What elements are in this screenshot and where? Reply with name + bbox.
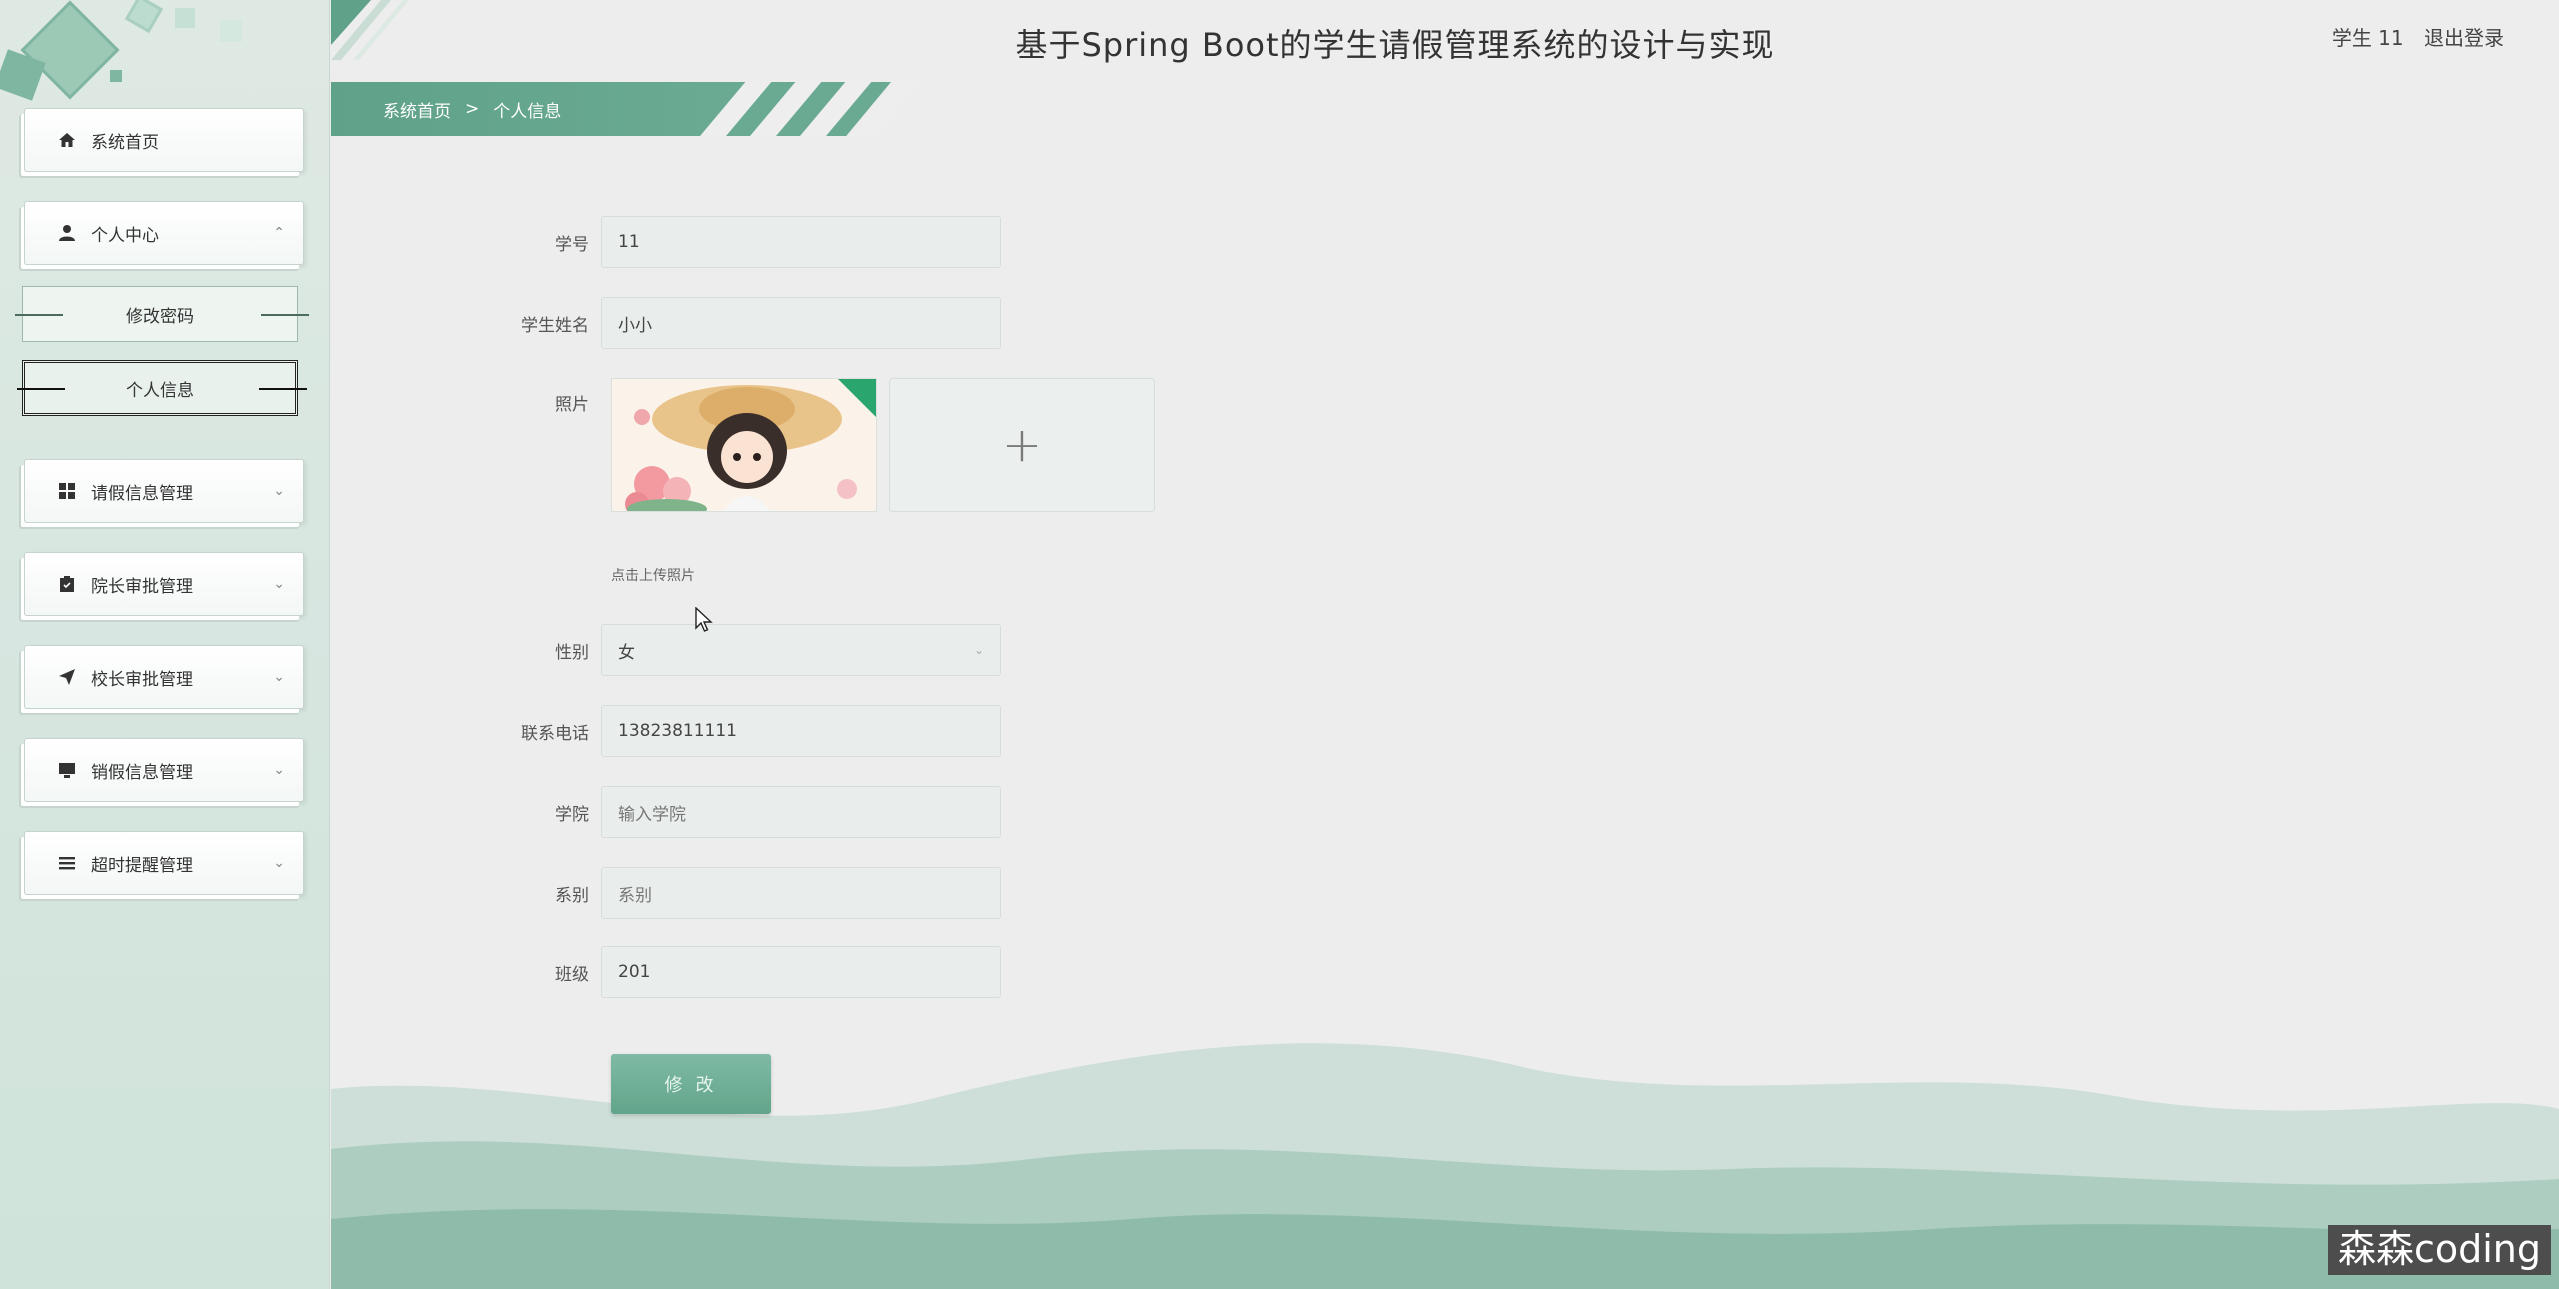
phone-label: 联系电话 xyxy=(521,723,589,744)
photo-upload-button[interactable]: + xyxy=(889,378,1155,512)
chevron-down-icon: ⌄ xyxy=(973,643,984,657)
submit-button[interactable]: 修 改 xyxy=(611,1054,771,1114)
gender-value: 女 xyxy=(618,642,635,663)
sidebar-item-dean-approval[interactable]: 院长审批管理 ⌄ xyxy=(24,552,304,616)
decor-stripes xyxy=(641,82,921,136)
student-id-field[interactable]: 11 xyxy=(601,216,1001,268)
selected-badge xyxy=(838,379,876,417)
college-label: 学院 xyxy=(555,804,589,825)
form-row-gender: 性别 女 ⌄ xyxy=(331,624,1001,676)
user-area: 学生 11 退出登录 xyxy=(2318,22,2504,51)
decor-line xyxy=(17,388,65,390)
decor-line xyxy=(261,314,309,316)
monitor-icon xyxy=(57,760,77,780)
sidebar-item-home[interactable]: 系统首页 xyxy=(24,108,304,172)
department-field[interactable]: 系别 xyxy=(601,867,1001,919)
sidebar-item-label: 超时提醒管理 xyxy=(91,855,193,876)
student-name-field[interactable]: 小小 xyxy=(601,297,1001,349)
breadcrumb-separator: > xyxy=(465,99,480,119)
decor-square xyxy=(175,8,195,28)
app-window: 系统首页 个人中心 ⌃ 修改密码 个人信息 请假信息管理 ⌄ 院长审批管理 ⌄ … xyxy=(0,0,2559,1289)
student-id-label: 学号 xyxy=(555,234,589,255)
gender-select[interactable]: 女 ⌄ xyxy=(601,624,1001,676)
sidebar-item-principal-approval[interactable]: 校长审批管理 ⌄ xyxy=(24,645,304,709)
form-row-college: 学院 输入学院 xyxy=(331,786,1001,838)
photo-thumbnail[interactable] xyxy=(611,378,877,512)
form-row-student-name: 学生姓名 小小 xyxy=(331,297,1001,349)
chevron-down-icon: ⌄ xyxy=(273,483,285,499)
sidebar-item-label: 院长审批管理 xyxy=(91,576,193,597)
photo-upload-hint[interactable]: 点击上传照片 xyxy=(611,565,695,585)
form-row-phone: 联系电话 13823811111 xyxy=(331,705,1001,757)
send-icon xyxy=(57,667,77,687)
photo-label: 照片 xyxy=(555,395,589,415)
decor-square xyxy=(220,20,242,42)
sidebar-item-leave-info[interactable]: 请假信息管理 ⌄ xyxy=(24,459,304,523)
department-label: 系别 xyxy=(555,885,589,906)
form-row-class: 班级 201 xyxy=(331,946,1001,998)
page-title: 基于Spring Boot的学生请假管理系统的设计与实现 xyxy=(1015,26,1775,64)
sidebar-subitem-label: 修改密码 xyxy=(126,306,194,327)
sidebar-item-leave-cancel[interactable]: 销假信息管理 ⌄ xyxy=(24,738,304,802)
current-user-label: 学生 11 xyxy=(2331,26,2404,50)
decor-line xyxy=(15,314,63,316)
main-content: 基于Spring Boot的学生请假管理系统的设计与实现 学生 11 退出登录 … xyxy=(331,0,2559,1289)
logout-link[interactable]: 退出登录 xyxy=(2424,26,2504,50)
gender-label: 性别 xyxy=(555,642,589,663)
breadcrumb-current: 个人信息 xyxy=(493,101,562,122)
breadcrumb-home[interactable]: 系统首页 xyxy=(383,97,451,122)
chevron-down-icon: ⌄ xyxy=(273,855,285,871)
class-label: 班级 xyxy=(555,964,589,985)
form-row-department: 系别 系别 xyxy=(331,867,1001,919)
sidebar-item-label: 系统首页 xyxy=(91,132,159,153)
sidebar-item-personal-center[interactable]: 个人中心 ⌃ xyxy=(24,201,304,265)
mouse-cursor-icon xyxy=(695,607,713,632)
student-name-label: 学生姓名 xyxy=(521,315,589,336)
home-icon xyxy=(57,130,77,150)
decor-line xyxy=(259,388,307,390)
user-icon xyxy=(57,223,77,243)
sidebar-subitem-label: 个人信息 xyxy=(126,380,194,401)
sidebar-subitem-change-password[interactable]: 修改密码 xyxy=(15,286,309,342)
class-field[interactable]: 201 xyxy=(601,946,1001,998)
list-icon xyxy=(57,853,77,873)
sidebar-item-label: 请假信息管理 xyxy=(91,483,193,504)
plus-icon: + xyxy=(1001,417,1043,473)
chevron-down-icon: ⌄ xyxy=(273,576,285,592)
sidebar-item-label: 销假信息管理 xyxy=(91,762,193,783)
sidebar-item-label: 校长审批管理 xyxy=(91,669,193,690)
chevron-down-icon: ⌄ xyxy=(273,762,285,778)
chevron-down-icon: ⌄ xyxy=(273,669,285,685)
chevron-up-icon: ⌃ xyxy=(273,225,285,241)
clipboard-icon xyxy=(57,574,77,594)
college-field[interactable]: 输入学院 xyxy=(601,786,1001,838)
phone-field[interactable]: 13823811111 xyxy=(601,705,1001,757)
decor-square xyxy=(124,0,164,34)
sidebar-subitem-personal-info[interactable]: 个人信息 xyxy=(17,360,307,416)
decor-square xyxy=(110,70,122,82)
watermark: 森森coding xyxy=(2327,1225,2551,1275)
sidebar: 系统首页 个人中心 ⌃ 修改密码 个人信息 请假信息管理 ⌄ 院长审批管理 ⌄ … xyxy=(0,0,330,1289)
grid-icon xyxy=(57,481,77,501)
form-row-student-id: 学号 11 xyxy=(331,216,1001,268)
sidebar-item-label: 个人中心 xyxy=(91,225,159,246)
sidebar-item-overtime-reminder[interactable]: 超时提醒管理 ⌄ xyxy=(24,831,304,895)
